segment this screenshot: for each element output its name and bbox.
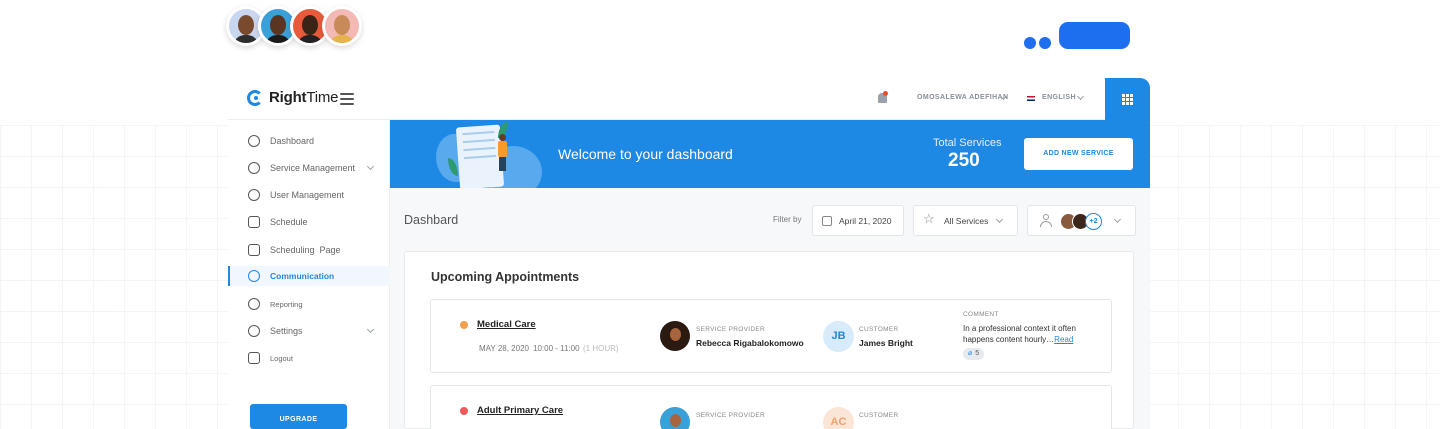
user-chat-icon <box>248 189 260 201</box>
upcoming-appointments-card: Upcoming Appointments Medical Care MAY 2… <box>404 251 1134 429</box>
decorative-pill <box>1059 22 1130 49</box>
customer-name: James Bright <box>859 338 913 348</box>
add-new-service-button[interactable]: ADD NEW SERVICE <box>1024 138 1133 170</box>
provider-label: SERVICE PROVIDER <box>696 412 765 419</box>
appointment-date: MAY 28, 2020 <box>479 344 529 353</box>
brand-name: RightTime <box>269 89 339 106</box>
read-more-link[interactable]: Read <box>1054 335 1073 344</box>
uk-flag-icon <box>1027 96 1035 101</box>
customer-label: CUSTOMER <box>859 412 899 419</box>
sidebar-item-reporting[interactable]: Reporting <box>228 294 390 314</box>
page-title: Dashbard <box>404 213 459 227</box>
top-bar: RightTime OMOSALEWA ADEFIHAN ENGLISH <box>228 78 1150 120</box>
attachments-badge[interactable]: ⌀ 5 <box>963 348 985 360</box>
pie-chart-icon <box>248 298 260 310</box>
illustration-person <box>498 141 507 157</box>
date-value: April 21, 2020 <box>839 216 892 226</box>
star-icon: ☆ <box>923 211 935 226</box>
appointment-name-link[interactable]: Adult Primary Care <box>477 405 563 416</box>
appointment-duration: (1 HOUR) <box>583 344 619 353</box>
sidebar: Dashboard Service Management User Manage… <box>228 120 390 429</box>
customer-label: CUSTOMER <box>859 326 899 333</box>
gauge-icon <box>248 135 260 147</box>
sidebar-item-user-management[interactable]: User Management <box>228 185 390 205</box>
card-title: Upcoming Appointments <box>431 270 580 284</box>
logout-icon <box>248 352 260 364</box>
user-plus-icon <box>248 162 260 174</box>
chevron-down-icon <box>1113 215 1122 224</box>
customer-avatar: AC <box>823 407 854 429</box>
provider-label: SERVICE PROVIDER <box>696 326 765 333</box>
calendar-icon <box>822 216 832 226</box>
logo-icon <box>247 89 263 106</box>
illustration-person <box>499 134 506 141</box>
sidebar-item-label: Reporting <box>270 299 303 309</box>
paperclip-icon: ⌀ <box>968 350 973 357</box>
chevron-down-icon[interactable] <box>366 162 375 171</box>
sidebar-item-label: Dashboard <box>270 136 315 146</box>
sidebar-item-label: Schedule <box>270 217 308 227</box>
services-dropdown[interactable]: ☆ All Services <box>913 205 1018 236</box>
message-icon <box>248 270 260 282</box>
customer-avatar: JB <box>823 321 854 352</box>
total-services-value: 250 <box>948 150 980 171</box>
user-menu[interactable]: OMOSALEWA ADEFIHAN <box>917 94 1008 101</box>
gear-icon <box>248 325 260 337</box>
appointment-time: 10:00 - 11:00 <box>533 344 580 353</box>
services-value: All Services <box>944 216 989 226</box>
provider-name: Rebecca Rigabalokomowo <box>696 338 804 348</box>
appointment-row[interactable]: Adult Primary Care SERVICE PROVIDER AC C… <box>430 385 1112 429</box>
sidebar-item-settings[interactable]: Settings <box>228 321 390 341</box>
welcome-text: Welcome to your dashboard <box>558 146 733 162</box>
status-dot <box>460 321 468 329</box>
pages-icon <box>248 244 260 256</box>
date-picker[interactable]: April 21, 2020 <box>812 205 904 236</box>
sidebar-item-label: Settings <box>270 326 303 336</box>
brand-logo[interactable]: RightTime <box>247 89 339 106</box>
sidebar-item-label: User Management <box>270 190 345 200</box>
upgrade-button[interactable]: UPGRADE <box>250 404 347 429</box>
grid-icon <box>1122 93 1133 105</box>
sidebar-item-label: Logout <box>270 353 293 363</box>
sidebar-item-label: Scheduling Page <box>270 245 341 255</box>
comment-text: In a professional context it often happe… <box>963 324 1076 344</box>
provider-avatar <box>660 321 690 351</box>
sidebar-item-service-management[interactable]: Service Management <box>228 158 390 178</box>
more-people-badge[interactable]: +2 <box>1085 213 1102 230</box>
sidebar-item-communication[interactable]: Communication <box>228 266 390 286</box>
filter-label: Filter by <box>773 215 802 224</box>
sidebar-item-dashboard[interactable]: Dashboard <box>228 131 390 151</box>
illustration-document <box>455 124 505 188</box>
app-window: RightTime OMOSALEWA ADEFIHAN ENGLISH Das… <box>228 78 1150 429</box>
total-services-label: Total Services <box>933 137 1002 149</box>
sidebar-item-label: Communication <box>270 271 335 281</box>
chevron-down-icon <box>995 215 1004 224</box>
chevron-down-icon[interactable] <box>1076 92 1085 101</box>
language-selector[interactable]: ENGLISH <box>1042 94 1076 101</box>
sidebar-item-logout[interactable]: Logout <box>228 348 390 368</box>
illustration-person <box>499 157 506 171</box>
decorative-dots <box>1024 37 1051 49</box>
appointment-row[interactable]: Medical Care MAY 28, 2020 10:00 - 11:00 … <box>430 299 1112 373</box>
floating-avatar-group <box>226 6 362 46</box>
welcome-banner: Welcome to your dashboard Total Services… <box>390 120 1150 188</box>
status-dot <box>460 407 468 415</box>
chevron-down-icon[interactable] <box>366 325 375 334</box>
comment-label: COMMENT <box>963 311 999 318</box>
sidebar-item-schedule[interactable]: Schedule <box>228 212 390 232</box>
sidebar-item-label: Service Management <box>270 163 356 173</box>
provider-avatar <box>660 407 690 429</box>
calendar-icon <box>248 216 260 228</box>
notification-dot <box>883 91 888 96</box>
sidebar-item-scheduling-page[interactable]: Scheduling Page <box>228 240 390 260</box>
people-icon <box>1040 214 1052 227</box>
menu-icon[interactable] <box>340 93 354 105</box>
apps-grid-button[interactable] <box>1105 78 1150 120</box>
people-filter[interactable]: +2 <box>1027 205 1136 236</box>
avatar <box>322 6 362 46</box>
appointment-name-link[interactable]: Medical Care <box>477 319 536 330</box>
